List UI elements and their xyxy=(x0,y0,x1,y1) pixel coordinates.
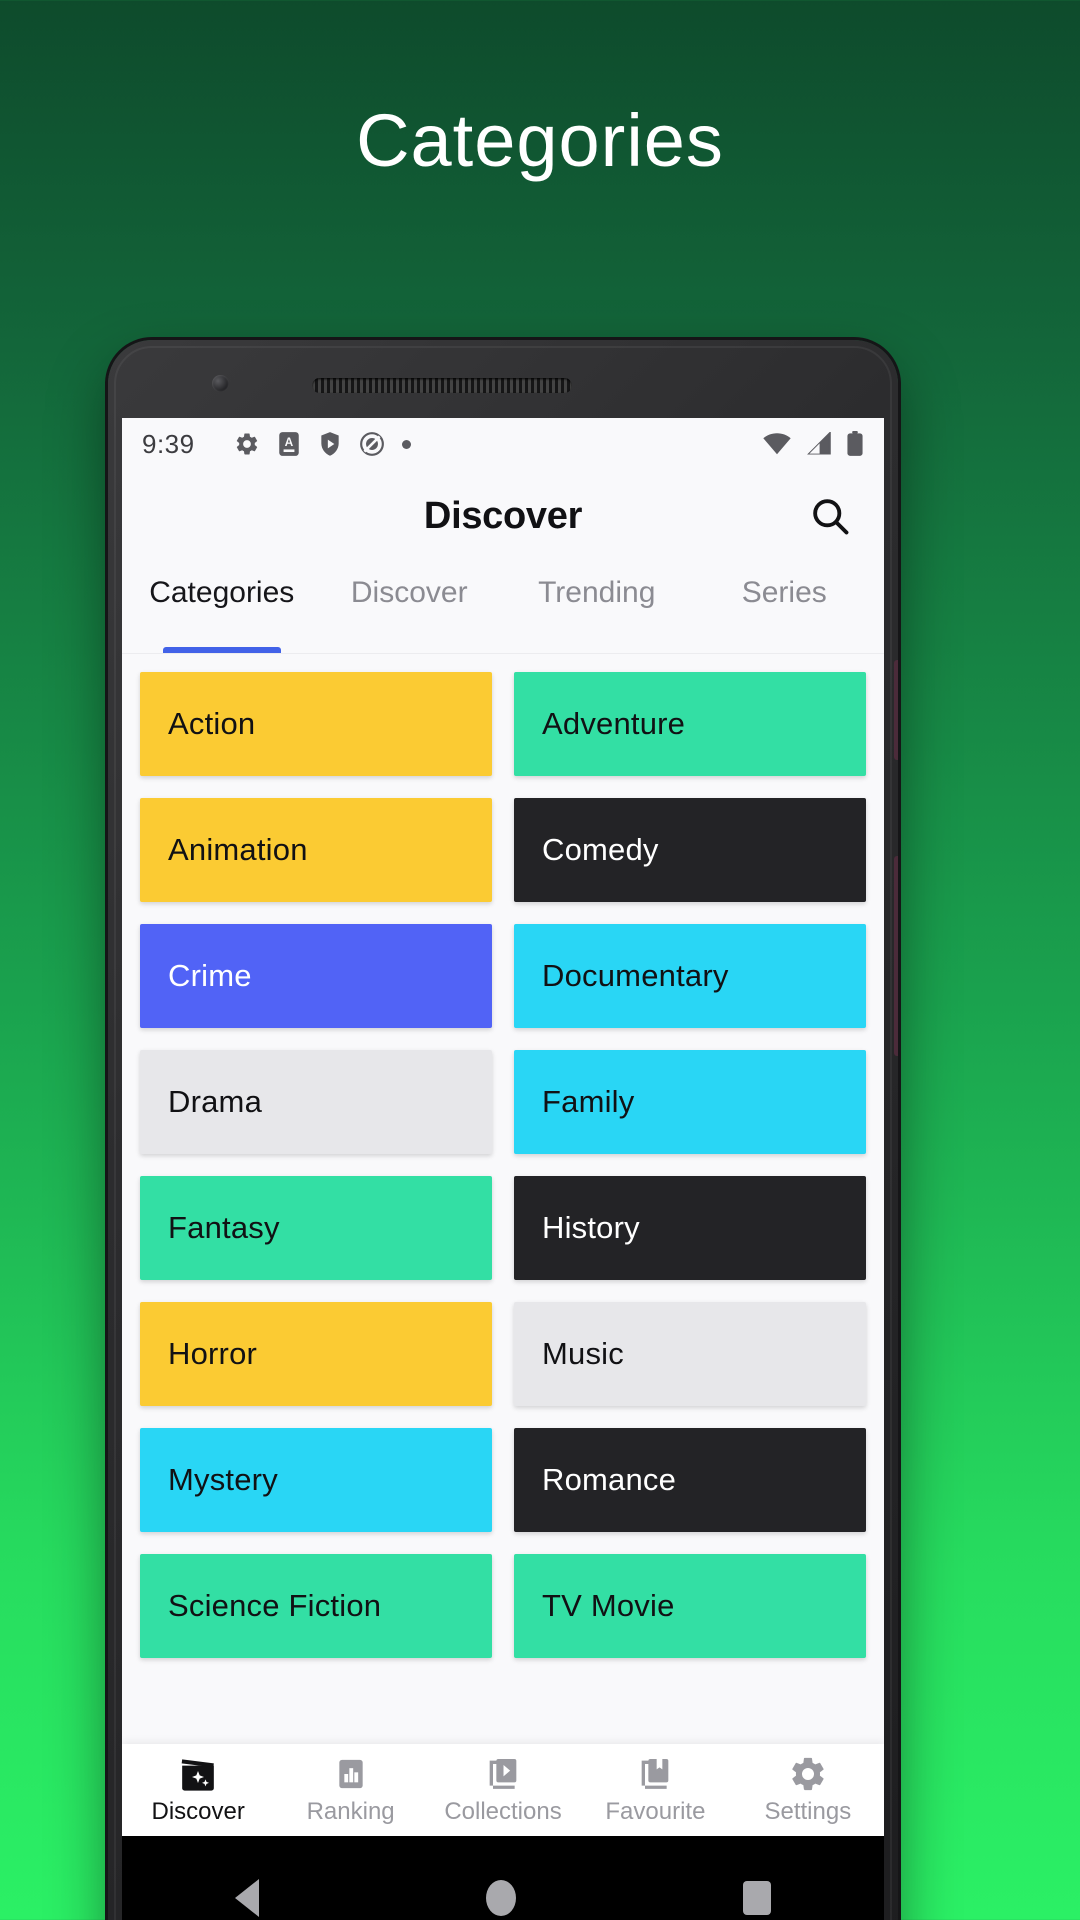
nav-item-discover[interactable]: Discover xyxy=(122,1754,274,1826)
phone-device-frame: 9:39 A Discover Categories Discover Tren… xyxy=(108,340,898,1920)
category-tile[interactable]: Mystery xyxy=(140,1428,492,1532)
status-bar-left: 9:39 A xyxy=(142,429,762,460)
power-button[interactable] xyxy=(894,856,898,1056)
category-tile-label: TV Movie xyxy=(542,1588,675,1623)
tab-categories[interactable]: Categories xyxy=(128,562,316,653)
category-tile[interactable]: Animation xyxy=(140,798,492,902)
circle-slash-icon xyxy=(359,431,385,457)
category-tile-label: History xyxy=(542,1210,640,1245)
bottom-navigation: Discover Ranking Collections Favourite S… xyxy=(122,1744,884,1836)
category-tile-label: Family xyxy=(542,1084,635,1119)
category-tile-label: Drama xyxy=(168,1084,263,1119)
nav-item-settings[interactable]: Settings xyxy=(732,1754,884,1826)
nav-item-label: Discover xyxy=(151,1798,245,1825)
shield-play-icon xyxy=(318,431,342,457)
status-bar: 9:39 A xyxy=(122,418,884,470)
category-tile[interactable]: Science Fiction xyxy=(140,1554,492,1658)
category-tile[interactable]: Crime xyxy=(140,924,492,1028)
tab-series[interactable]: Series xyxy=(691,562,879,653)
nav-item-label: Favourite xyxy=(605,1798,706,1825)
tab-label: Categories xyxy=(149,576,295,609)
nav-item-favourite[interactable]: Favourite xyxy=(579,1754,731,1826)
nav-item-collections[interactable]: Collections xyxy=(427,1754,579,1826)
tab-trending[interactable]: Trending xyxy=(503,562,691,653)
category-grid: Action Adventure Animation Comedy Crime Docum… xyxy=(140,672,866,1658)
battery-icon xyxy=(846,431,864,457)
bar-chart-icon xyxy=(331,1754,371,1794)
a-box-icon: A xyxy=(277,431,301,457)
category-tile[interactable]: Fantasy xyxy=(140,1176,492,1280)
phone-screen: 9:39 A Discover Categories Discover Tren… xyxy=(122,418,884,1836)
category-tile[interactable]: Family xyxy=(514,1050,866,1154)
android-navigation-bar xyxy=(122,1836,884,1920)
nav-item-label: Ranking xyxy=(306,1798,395,1825)
category-tile-label: Action xyxy=(168,706,256,741)
dot-icon xyxy=(401,439,411,449)
book-bookmark-icon xyxy=(635,1754,675,1794)
signal-icon xyxy=(805,432,833,456)
tab-active-indicator xyxy=(162,647,281,653)
category-tile-label: Fantasy xyxy=(168,1210,280,1245)
earpiece-speaker xyxy=(312,378,572,393)
category-tile-label: Crime xyxy=(168,958,252,993)
category-tile-label: Horror xyxy=(168,1336,258,1371)
volume-button[interactable] xyxy=(894,660,898,760)
category-tile-label: Music xyxy=(542,1336,624,1371)
category-tile-label: Mystery xyxy=(168,1462,278,1497)
tab-bar: Categories Discover Trending Series xyxy=(122,562,884,654)
front-camera-icon xyxy=(212,375,229,392)
gear-icon xyxy=(234,431,260,457)
nav-item-label: Collections xyxy=(444,1798,562,1825)
category-tile-label: Documentary xyxy=(542,958,729,993)
book-play-icon xyxy=(483,1754,523,1794)
category-tile[interactable]: TV Movie xyxy=(514,1554,866,1658)
category-tile[interactable]: Drama xyxy=(140,1050,492,1154)
search-button[interactable] xyxy=(802,488,858,544)
category-tile[interactable]: Documentary xyxy=(514,924,866,1028)
nav-item-label: Settings xyxy=(764,1798,852,1825)
app-bar-title: Discover xyxy=(423,494,583,537)
promo-title: Categories xyxy=(356,98,724,182)
tab-label: Series xyxy=(741,576,827,609)
category-tile[interactable]: Action xyxy=(140,672,492,776)
category-grid-scroll[interactable]: Action Adventure Animation Comedy Crime Docum… xyxy=(122,654,884,1836)
category-tile[interactable]: History xyxy=(514,1176,866,1280)
status-time: 9:39 xyxy=(142,428,195,459)
category-tile-label: Comedy xyxy=(542,832,659,867)
svg-text:A: A xyxy=(284,435,293,449)
category-tile[interactable]: Romance xyxy=(514,1428,866,1532)
tab-label: Discover xyxy=(350,576,468,609)
category-tile[interactable]: Comedy xyxy=(514,798,866,902)
gear-icon xyxy=(788,1754,828,1794)
nav-item-ranking[interactable]: Ranking xyxy=(274,1754,426,1826)
tab-discover[interactable]: Discover xyxy=(316,562,504,653)
clapperboard-sparkle-icon xyxy=(178,1754,218,1794)
back-button[interactable] xyxy=(235,1879,260,1917)
category-tile[interactable]: Adventure xyxy=(514,672,866,776)
category-tile-label: Animation xyxy=(168,832,308,867)
phone-top-bezel xyxy=(108,340,898,418)
category-tile[interactable]: Music xyxy=(514,1302,866,1406)
search-icon xyxy=(808,494,852,538)
wifi-icon xyxy=(762,432,792,456)
tab-label: Trending xyxy=(538,576,656,609)
category-tile-label: Romance xyxy=(542,1462,677,1497)
category-tile[interactable]: Horror xyxy=(140,1302,492,1406)
category-tile-label: Science Fiction xyxy=(168,1588,382,1623)
recents-button[interactable] xyxy=(742,1881,771,1915)
home-button[interactable] xyxy=(485,1880,516,1916)
app-bar: Discover xyxy=(122,470,884,562)
status-bar-right xyxy=(762,431,864,457)
category-tile-label: Adventure xyxy=(542,706,686,741)
